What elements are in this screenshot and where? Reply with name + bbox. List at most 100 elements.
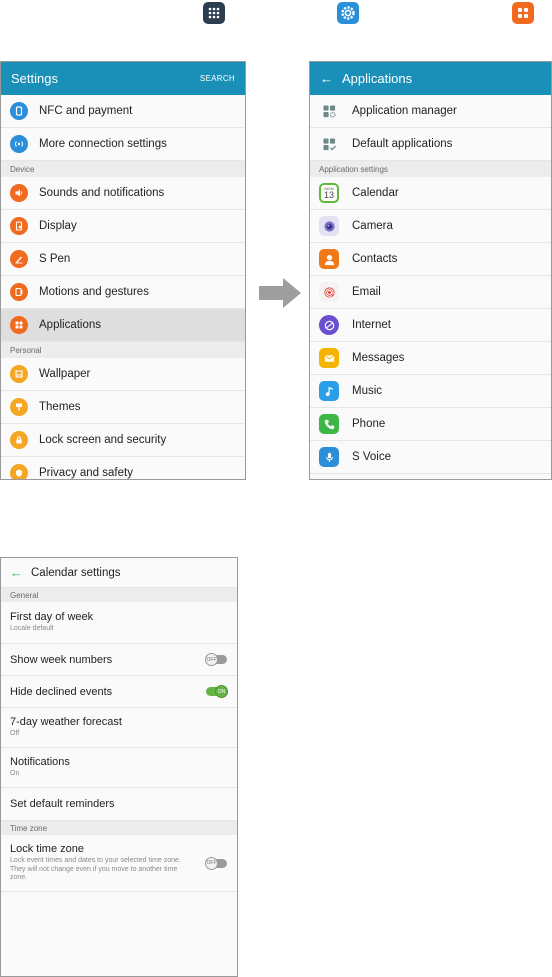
app-item-label: Email [352,286,381,298]
settings-item-sounds[interactable]: Sounds and notifications [1,177,245,210]
setting-description: Lock event times and dates to your selec… [10,856,181,882]
settings-item-applications[interactable]: Applications [1,309,245,342]
setting-lock-time-zone[interactable]: Lock time zone Lock event times and date… [1,835,237,892]
applications-screen: ← Applications Application manager Defau… [309,61,552,480]
app-item-calendar[interactable]: MON 13 Calendar [310,177,551,210]
settings-gear-icon[interactable] [337,2,359,24]
app-item-label: Camera [352,220,393,232]
settings-item-s-pen[interactable]: S Pen [1,243,245,276]
setting-show-week-numbers[interactable]: Show week numbers OFF [1,644,237,676]
settings-item-label: Display [39,220,77,232]
setting-value: Locale default [10,625,54,633]
app-item-camera[interactable]: Camera [310,210,551,243]
setting-weather-forecast[interactable]: 7-day weather forecast Off [1,708,237,748]
settings-app-bar: Settings SEARCH [1,62,245,95]
settings-item-label: Motions and gestures [39,286,149,298]
calendar-settings-title: Calendar settings [31,566,121,579]
application-manager-icon [319,101,339,121]
setting-label: Lock time zone [10,842,84,855]
settings-item-label: NFC and payment [39,105,133,117]
app-item-label: S Voice [352,451,391,463]
settings-item-lock-screen[interactable]: Lock screen and security [1,424,245,457]
app-item-label: Application manager [352,105,457,117]
settings-item-more-connection[interactable]: More connection settings [1,128,245,161]
setting-first-day-of-week[interactable]: First day of week Locale default [1,602,237,644]
setting-notifications[interactable]: Notifications On [1,748,237,788]
calendar-settings-screen: ← Calendar settings General First day of… [0,557,238,977]
settings-item-label: S Pen [39,253,71,265]
setting-value: On [10,770,20,778]
lock-icon [10,431,28,449]
time-zone-header: Time zone [1,821,237,835]
settings-item-wallpaper[interactable]: Wallpaper [1,358,245,391]
setting-value: Off [10,730,20,738]
settings-item-label: Lock screen and security [39,434,167,446]
settings-item-label: More connection settings [39,138,167,150]
app-item-application-manager[interactable]: Application manager [310,95,551,128]
messages-icon [319,348,339,368]
app-item-messages[interactable]: Messages [310,342,551,375]
app-item-s-voice[interactable]: S Voice [310,441,551,474]
settings-item-nfc[interactable]: NFC and payment [1,95,245,128]
calendar-icon: MON 13 [319,183,339,203]
application-settings-header: Application settings [310,161,551,177]
applications-title: Applications [342,71,413,86]
toggle-state: ON [215,685,228,698]
settings-item-privacy[interactable]: Privacy and safety [1,457,245,479]
setting-label: Set default reminders [10,798,115,810]
settings-item-label: Wallpaper [39,368,91,380]
pen-icon [10,250,28,268]
settings-item-label: Privacy and safety [39,467,133,479]
app-item-label: Default applications [352,138,453,150]
sound-icon [10,184,28,202]
camera-icon [319,216,339,236]
app-item-default-applications[interactable]: Default applications [310,128,551,161]
voice-icon [319,447,339,467]
app-item-music[interactable]: Music [310,375,551,408]
week-numbers-toggle[interactable]: OFF [205,653,227,666]
applications-icon[interactable] [512,2,534,24]
settings-item-label: Themes [39,401,81,413]
search-button[interactable]: SEARCH [200,74,235,83]
settings-item-motions[interactable]: Motions and gestures [1,276,245,309]
motion-icon [10,283,28,301]
right-arrow-icon [259,278,301,308]
calendar-day: 13 [323,190,334,200]
general-header: General [1,588,237,602]
app-item-label: Internet [352,319,391,331]
setting-label: Hide declined events [10,685,113,698]
app-item-phone[interactable]: Phone [310,408,551,441]
setting-default-reminders[interactable]: Set default reminders [1,788,237,821]
setting-label: First day of week [10,611,94,624]
setting-hide-declined-events[interactable]: Hide declined events ON [1,676,237,708]
app-item-email[interactable]: Email [310,276,551,309]
app-item-label: Music [352,385,383,397]
app-item-label: Calendar [352,187,399,199]
settings-item-display[interactable]: Display [1,210,245,243]
settings-item-label: Applications [39,319,102,331]
settings-item-themes[interactable]: Themes [1,391,245,424]
apps-icon[interactable] [203,2,225,24]
back-arrow-icon[interactable]: ← [10,565,23,580]
connection-icon [10,135,28,153]
display-icon [10,217,28,235]
app-item-internet[interactable]: Internet [310,309,551,342]
calendar-settings-bar: ← Calendar settings [1,558,237,588]
internet-icon [319,315,339,335]
lock-time-zone-toggle[interactable]: OFF [205,856,227,870]
settings-title: Settings [11,71,58,86]
setting-label: 7-day weather forecast [10,716,122,729]
contacts-icon [319,249,339,269]
settings-item-label: Sounds and notifications [39,187,165,199]
app-item-label: Contacts [352,253,398,265]
email-icon [319,282,339,302]
privacy-icon [10,464,28,479]
music-icon [319,381,339,401]
wallpaper-icon [10,365,28,383]
hide-declined-toggle[interactable]: ON [206,685,228,698]
app-item-contacts[interactable]: Contacts [310,243,551,276]
toggle-state: OFF [205,653,218,666]
setting-label: Show week numbers [10,653,113,666]
app-item-label: Phone [352,418,386,430]
back-arrow-icon[interactable]: ← [320,71,333,86]
